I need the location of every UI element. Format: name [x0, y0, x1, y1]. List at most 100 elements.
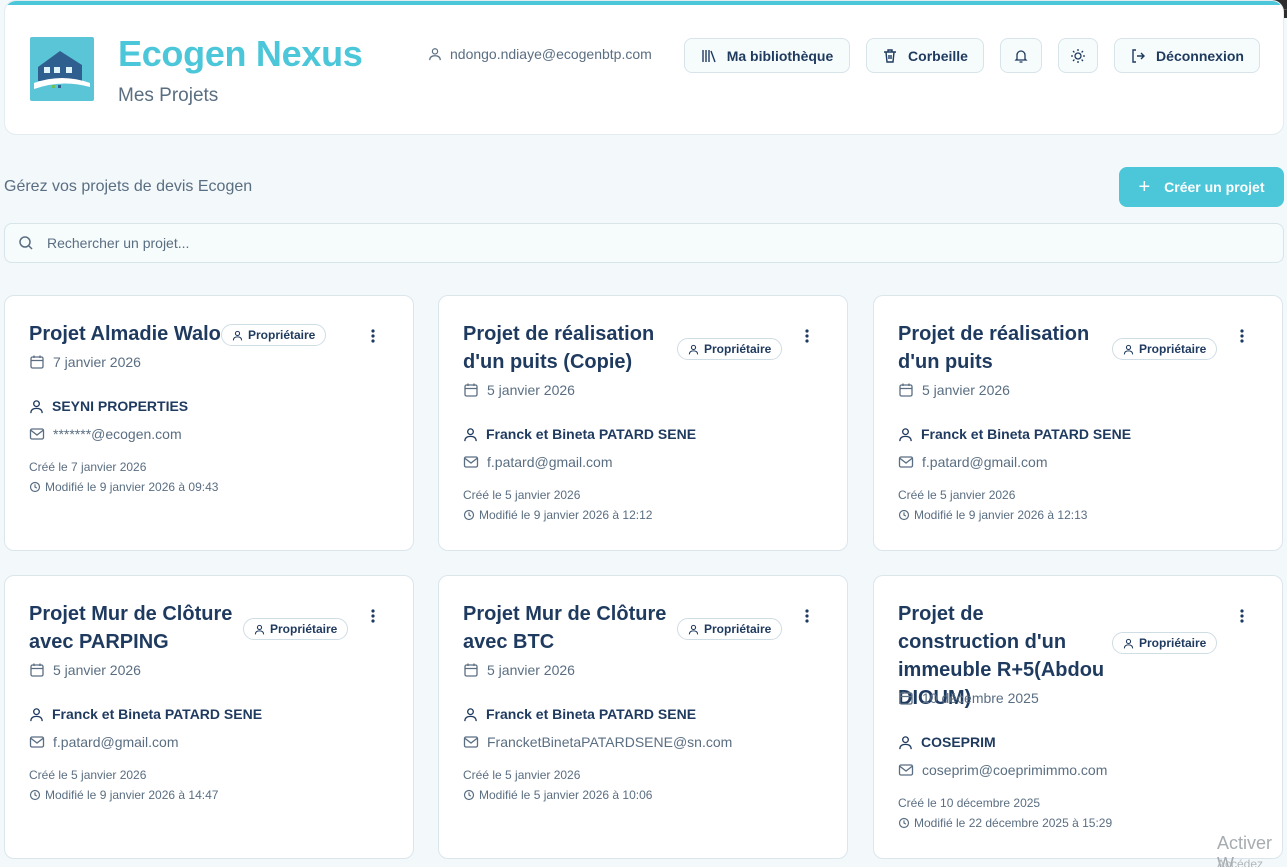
modified-date: Modifié le 9 janvier 2026 à 12:12 [463, 508, 652, 522]
project-client: SEYNI PROPERTIES [29, 398, 188, 414]
created-date: Créé le 5 janvier 2026 [29, 768, 146, 782]
logout-button[interactable]: Déconnexion [1114, 38, 1260, 73]
owner-badge: Propriétaire [677, 618, 783, 640]
more-options-icon [1240, 609, 1244, 623]
calendar-icon [899, 383, 913, 397]
project-title[interactable]: Projet Almadie Walo [29, 320, 229, 348]
client-email: f.patard@gmail.com [487, 454, 613, 470]
page-subtitle: Gérez vos projets de devis Ecogen [4, 178, 253, 195]
project-card[interactable]: Projet Mur de Clôture avec PARPING Propri… [4, 575, 414, 859]
client-name: Franck et Bineta PATARD SENE [921, 426, 1132, 442]
owner-icon [1123, 344, 1134, 354]
more-options-icon [805, 329, 809, 343]
modified-date: Modifié le 22 décembre 2025 à 15:29 [898, 816, 1112, 830]
modified-text: Modifié le 9 janvier 2026 à 09:43 [45, 480, 219, 494]
modified-date: Modifié le 9 janvier 2026 à 12:13 [898, 508, 1087, 522]
more-options-icon [1240, 329, 1244, 343]
project-date-text: 7 janvier 2026 [53, 354, 141, 370]
client-name: Franck et Bineta PATARD SENE [52, 706, 263, 722]
project-title[interactable]: Projet de réalisation d'un puits [898, 320, 1098, 376]
search-input[interactable] [47, 235, 1147, 251]
more-options-icon [805, 609, 809, 623]
more-options-icon [371, 329, 375, 343]
client-email: *******@ecogen.com [53, 426, 182, 442]
owner-badge: Propriétaire [221, 324, 327, 346]
owner-badge: Propriétaire [1112, 632, 1218, 654]
project-card[interactable]: Projet Almadie Walo Propriétaire 7 janvier… [4, 295, 414, 551]
modified-date: Modifié le 9 janvier 2026 à 14:47 [29, 788, 218, 802]
mail-icon [463, 736, 479, 748]
project-email: f.patard@gmail.com [29, 734, 178, 750]
created-date: Créé le 7 janvier 2026 [29, 460, 146, 474]
app-title: Ecogen Nexus [118, 33, 363, 74]
mail-icon [463, 456, 479, 468]
project-card[interactable]: Projet Mur de Clôture avec BTC Propriétai… [438, 575, 848, 859]
create-project-label: Créer un projet [1164, 179, 1265, 195]
calendar-icon [464, 383, 478, 397]
user-info: ndongo.ndiaye@ecogenbtp.com [428, 46, 652, 62]
client-name: COSEPRIM [921, 734, 996, 750]
created-date: Créé le 5 janvier 2026 [463, 488, 580, 502]
calendar-icon [30, 355, 44, 369]
project-title[interactable]: Projet Mur de Clôture avec PARPING [29, 600, 239, 656]
activation-watermark-sub: Accédez [1217, 857, 1264, 867]
client-email: f.patard@gmail.com [922, 454, 1048, 470]
plus-icon: + [1138, 176, 1151, 198]
modified-text: Modifié le 9 janvier 2026 à 14:47 [45, 788, 219, 802]
project-date: 10 décembre 2025 [898, 690, 1039, 706]
modified-text: Modifié le 5 janvier 2026 à 10:06 [479, 788, 653, 802]
user-email: ndongo.ndiaye@ecogenbtp.com [450, 46, 652, 62]
project-title[interactable]: Projet Mur de Clôture avec BTC [463, 600, 673, 656]
owner-badge: Propriétaire [677, 338, 783, 360]
project-client: Franck et Bineta PATARD SENE [898, 426, 1131, 442]
notifications-button[interactable] [1000, 38, 1042, 73]
theme-toggle-button[interactable] [1058, 38, 1098, 73]
user-icon [899, 427, 912, 441]
created-text: Créé le 10 décembre 2025 [898, 796, 1041, 810]
owner-icon [688, 344, 699, 354]
client-email: FrancketBinetaPATARDSENE@sn.com [487, 734, 733, 750]
search-icon [19, 236, 33, 250]
modified-text: Modifié le 22 décembre 2025 à 15:29 [914, 816, 1113, 830]
project-menu-button[interactable] [369, 328, 377, 344]
user-icon [429, 48, 441, 61]
calendar-icon [899, 691, 913, 705]
sun-icon [1071, 48, 1085, 63]
created-date: Créé le 5 janvier 2026 [898, 488, 1015, 502]
trash-button[interactable]: Corbeille [866, 38, 984, 73]
owner-badge: Propriétaire [1112, 338, 1218, 360]
library-label: Ma bibliothèque [726, 47, 834, 64]
owner-icon [688, 624, 699, 634]
owner-icon [1123, 638, 1134, 648]
mail-icon [29, 428, 45, 440]
project-title[interactable]: Projet de réalisation d'un puits (Copie) [463, 320, 663, 376]
project-menu-button[interactable] [1238, 608, 1246, 624]
trash-icon [884, 48, 897, 63]
project-card[interactable]: Projet de construction d'un immeuble R+5… [873, 575, 1283, 859]
project-date-text: 5 janvier 2026 [487, 662, 575, 678]
project-client: Franck et Bineta PATARD SENE [463, 706, 696, 722]
library-button[interactable]: Ma bibliothèque [684, 38, 850, 73]
client-name: Franck et Bineta PATARD SENE [486, 426, 697, 442]
project-card[interactable]: Projet de réalisation d'un puits (Copie)… [438, 295, 848, 551]
project-menu-button[interactable] [369, 608, 377, 624]
ecogen-logo [30, 37, 94, 101]
clock-icon [29, 481, 41, 493]
user-icon [899, 735, 912, 749]
project-menu-button[interactable] [1238, 328, 1246, 344]
create-project-button[interactable]: + Créer un projet [1119, 167, 1284, 207]
trash-label: Corbeille [908, 47, 968, 64]
user-icon [30, 707, 43, 721]
logout-icon [1132, 48, 1146, 63]
project-date: 5 janvier 2026 [463, 382, 575, 398]
created-date: Créé le 10 décembre 2025 [898, 796, 1040, 810]
client-name: SEYNI PROPERTIES [52, 398, 189, 414]
clock-icon [898, 509, 910, 521]
clock-icon [463, 509, 475, 521]
project-card[interactable]: Projet de réalisation d'un puits Propriét… [873, 295, 1283, 551]
project-menu-button[interactable] [803, 328, 811, 344]
project-menu-button[interactable] [803, 608, 811, 624]
calendar-icon [464, 663, 478, 677]
project-email: f.patard@gmail.com [463, 454, 612, 470]
project-date: 5 janvier 2026 [29, 662, 141, 678]
